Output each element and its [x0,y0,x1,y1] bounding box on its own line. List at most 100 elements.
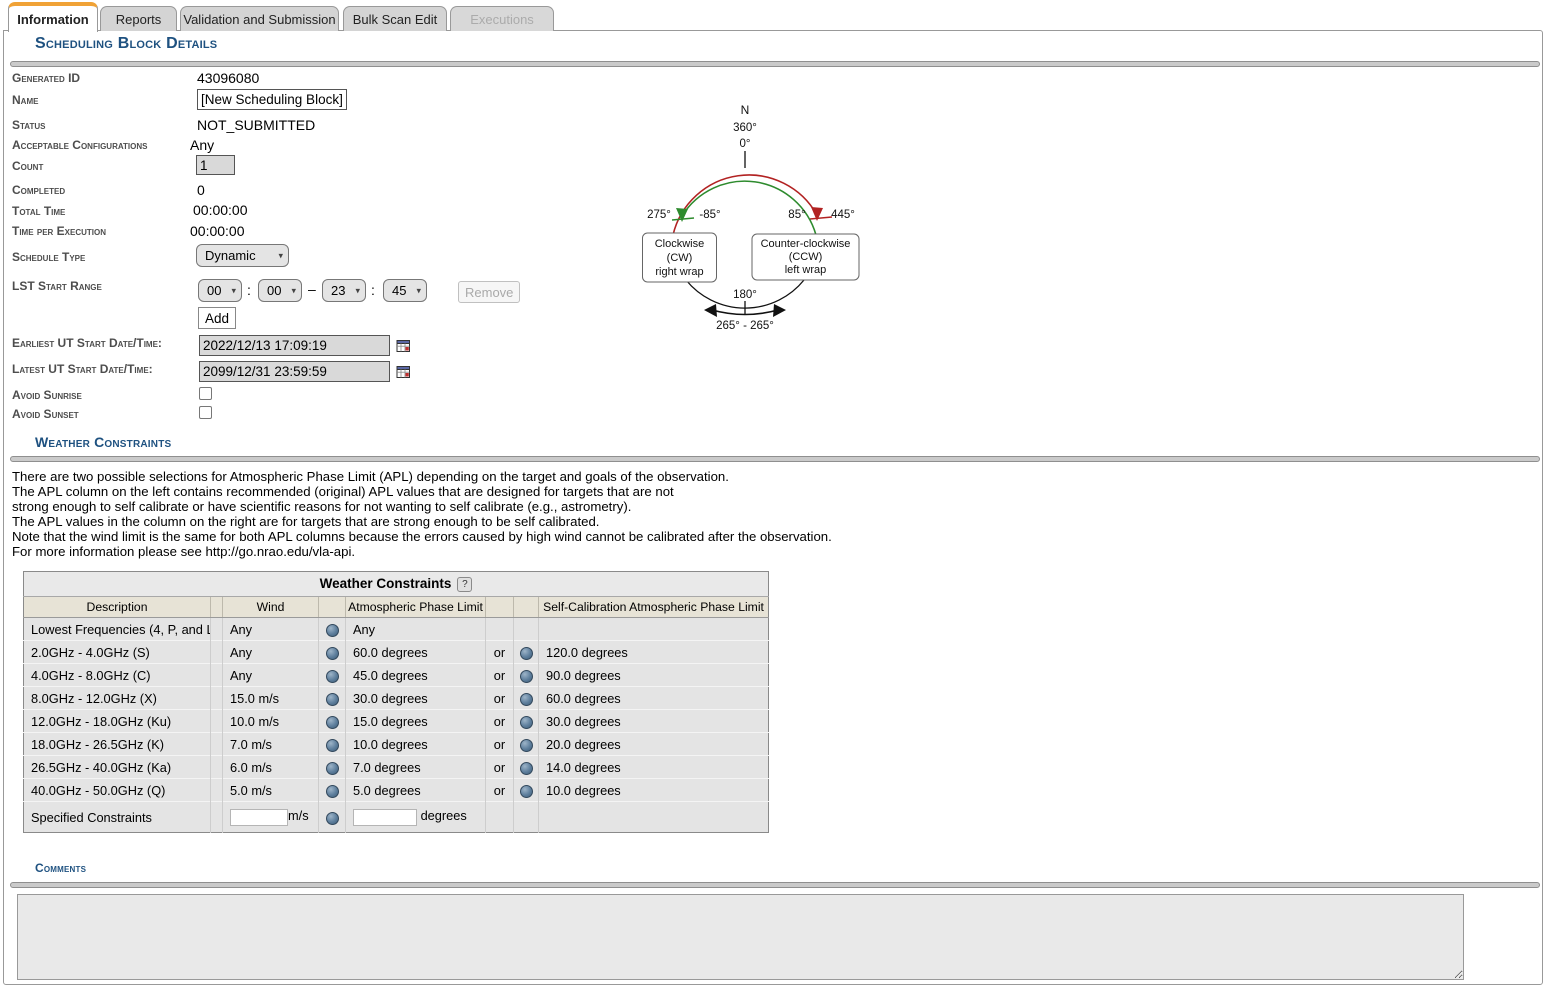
generated-id-value: 43096080 [197,70,259,86]
apl-radio[interactable] [326,693,339,706]
sc-apl-radio[interactable] [520,785,533,798]
avoid-sunrise-checkbox[interactable] [199,387,212,400]
azimuth-wrap-diagram: N 360° 0° 275° -85° 85° 445° Clockwise (… [630,98,865,338]
remove-lst-range-button[interactable]: Remove [458,281,520,303]
row-sc-apl [539,618,769,641]
row-description: 8.0GHz - 12.0GHz (X) [24,687,211,710]
sc-apl-radio[interactable] [520,647,533,660]
weather-constraints-heading: Weather Constraints [35,434,171,450]
row-wind: 10.0 m/s [223,710,319,733]
row-apl: 10.0 degrees [346,733,486,756]
completed-value: 0 [197,182,205,198]
name-label: Name [12,93,38,107]
intro-line: The APL column on the left contains reco… [12,484,832,499]
row-apl: 30.0 degrees [346,687,486,710]
sc-apl-radio[interactable] [520,693,533,706]
help-icon[interactable]: ? [457,577,472,592]
add-lst-range-button[interactable]: Add [198,307,236,329]
row-description: 26.5GHz - 40.0GHz (Ka) [24,756,211,779]
status-value: NOT_SUBMITTED [197,117,315,133]
table-row: 26.5GHz - 40.0GHz (Ka) 6.0 m/s 7.0 degre… [24,756,769,779]
avoid-sunrise-label: Avoid Sunrise [12,388,82,402]
earliest-ut-calendar-icon[interactable] [396,338,411,353]
row-wind: 15.0 m/s [223,687,319,710]
apl-radio[interactable] [326,762,339,775]
generated-id-label: Generated ID [12,71,80,85]
status-label: Status [12,118,45,132]
divider [10,882,1540,888]
row-apl: 5.0 degrees [346,779,486,802]
lst-colon-1: : [247,282,251,298]
sc-apl-radio[interactable] [520,716,533,729]
north-label: N [741,103,750,117]
apl-radio[interactable] [326,812,339,825]
count-input[interactable] [196,155,235,175]
lst-end-hour-wrap: 23 [322,279,366,302]
avoid-sunset-checkbox[interactable] [199,406,212,419]
intro-line: The APL values in the column on the righ… [12,514,832,529]
row-sc-apl: 30.0 degrees [539,710,769,733]
deg-range-label: 265° - 265° [716,320,774,332]
cw-box-line3: right wrap [655,266,703,278]
or-label: or [486,756,514,779]
cw-box-line2: (CW) [667,252,693,264]
table-row: 12.0GHz - 18.0GHz (Ku) 10.0 m/s 15.0 deg… [24,710,769,733]
row-sc-apl: 60.0 degrees [539,687,769,710]
specified-wind-input[interactable] [230,809,288,826]
weather-constraints-table: Weather Constraints? Description Wind At… [23,571,769,833]
row-wind: Any [223,641,319,664]
total-time-label: Total Time [12,204,65,218]
apl-radio[interactable] [326,716,339,729]
cw-tick [810,217,832,219]
deg-85-label: 85° [788,209,805,221]
row-apl: 45.0 degrees [346,664,486,687]
bottom-arrow-left [704,304,717,317]
intro-line: For more information please see http://g… [12,544,832,559]
latest-ut-input[interactable] [199,361,390,382]
specified-apl-input[interactable] [353,809,417,826]
name-input[interactable] [197,89,347,110]
row-sc-apl: 120.0 degrees [539,641,769,664]
row-sc-apl: 90.0 degrees [539,664,769,687]
or-label: or [486,710,514,733]
deg-360-label: 360° [733,122,757,134]
row-wind: 7.0 m/s [223,733,319,756]
sc-apl-radio[interactable] [520,739,533,752]
sc-apl-radio[interactable] [520,762,533,775]
apl-radio[interactable] [326,647,339,660]
earliest-ut-input[interactable] [199,335,390,356]
row-description: 18.0GHz - 26.5GHz (K) [24,733,211,756]
table-row: Lowest Frequencies (4, P, and L) Any Any [24,618,769,641]
apl-radio[interactable] [326,670,339,683]
apl-radio[interactable] [326,624,339,637]
total-time-value: 00:00:00 [193,202,248,218]
tab-bulk-scan-edit[interactable]: Bulk Scan Edit [343,6,447,31]
time-per-execution-label: Time per Execution [12,224,106,238]
lst-start-hour-wrap: 00 [198,279,242,302]
tab-information[interactable]: Information [8,2,98,32]
avoid-sunset-label: Avoid Sunset [12,407,79,421]
acceptable-configurations-value: Any [190,137,214,153]
tab-validation-and-submission[interactable]: Validation and Submission [180,6,339,31]
lst-end-hour-select[interactable]: 23 [322,279,366,302]
schedule-type-select[interactable]: Dynamic [196,244,289,267]
lst-start-hour-select[interactable]: 00 [198,279,242,302]
lst-start-min-select[interactable]: 00 [258,279,302,302]
row-description: Lowest Frequencies (4, P, and L) [24,618,211,641]
row-apl: 15.0 degrees [346,710,486,733]
apl-radio[interactable] [326,739,339,752]
latest-ut-calendar-icon[interactable] [396,364,411,379]
tab-reports[interactable]: Reports [100,6,177,31]
row-description: 12.0GHz - 18.0GHz (Ku) [24,710,211,733]
deg-275-label: 275° [647,209,671,221]
table-row: 8.0GHz - 12.0GHz (X) 15.0 m/s 30.0 degre… [24,687,769,710]
row-description: 2.0GHz - 4.0GHz (S) [24,641,211,664]
row-sc-apl: 14.0 degrees [539,756,769,779]
deg-minus85-label: -85° [699,209,720,221]
apl-radio[interactable] [326,785,339,798]
scheduling-block-details-heading: Scheduling Block Details [35,35,217,53]
lst-end-min-select[interactable]: 45 [383,279,427,302]
comments-textarea[interactable] [17,894,1464,980]
sc-apl-radio[interactable] [520,670,533,683]
intro-line: strong enough to self calibrate or have … [12,499,832,514]
